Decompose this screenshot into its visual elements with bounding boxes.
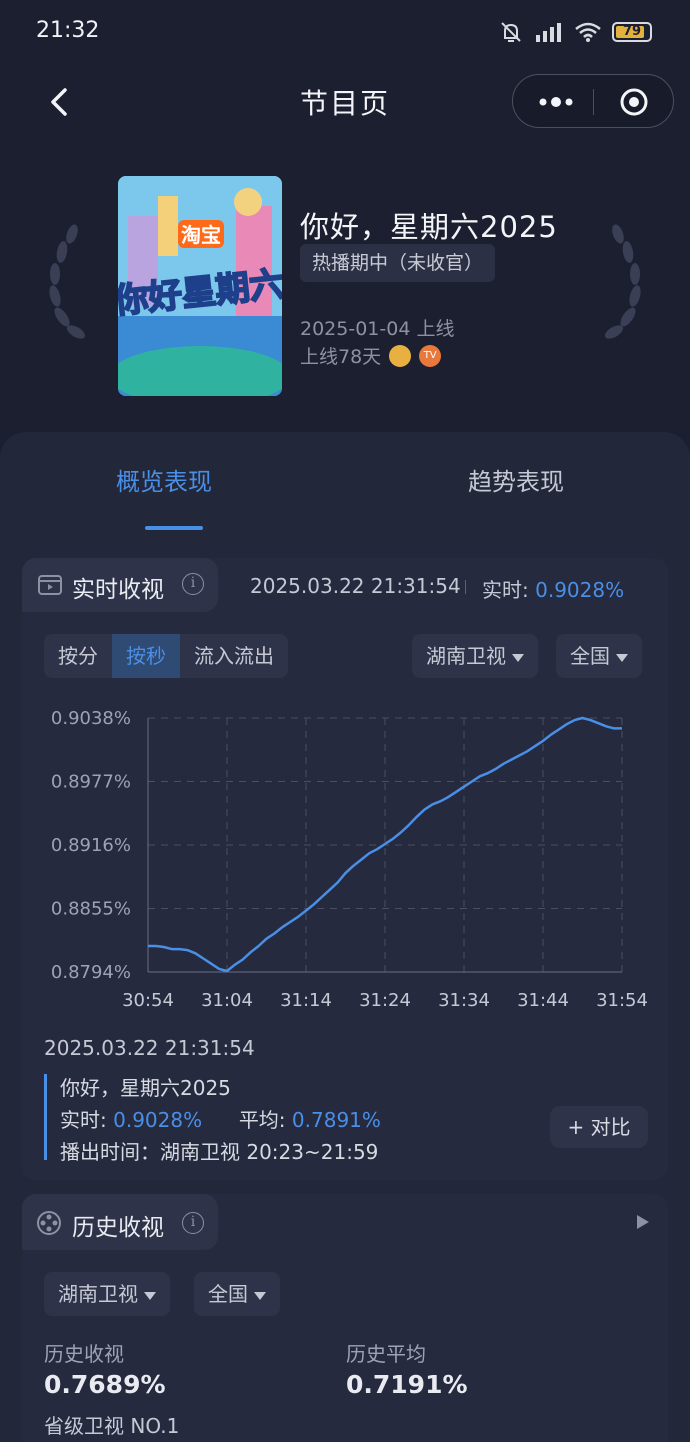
history-region-dropdown[interactable]: 全国 — [194, 1272, 280, 1316]
poster-brand-text: 淘宝 — [181, 223, 221, 247]
realtime-title: 实时收视 — [72, 577, 164, 603]
x-tick-label: 31:24 — [359, 990, 411, 1011]
region-dropdown-label: 全国 — [570, 644, 610, 668]
days-online-row: 上线78天 TV — [300, 342, 442, 369]
caret-down-icon — [144, 1291, 156, 1300]
nav-bar: 节目页 — [0, 62, 690, 142]
realtime-separator — [465, 580, 466, 594]
more-icon[interactable] — [535, 89, 577, 115]
video-icon — [38, 575, 62, 595]
channel-dropdown-label: 湖南卫视 — [426, 644, 506, 668]
channel-dropdown[interactable]: 湖南卫视 — [412, 634, 538, 678]
show-poster[interactable]: 淘宝 你好星期六 — [118, 176, 282, 396]
info-icon[interactable]: i — [182, 573, 204, 595]
realtime-chart-svg: 0.9038% 0.8977% 0.8916% 0.8855% 0.8794% 30:54… — [51, 708, 648, 1011]
wifi-icon — [575, 22, 601, 42]
detail-accent-bar — [44, 1074, 47, 1160]
detail-airtime: 播出时间：湖南卫视 20:23~21:59 — [60, 1140, 379, 1164]
history-region-label: 全国 — [208, 1282, 248, 1306]
tab-indicator — [145, 526, 203, 530]
show-title: 你好，星期六2025 — [300, 210, 558, 244]
history-rank: 省级卫视 NO.1 — [44, 1414, 180, 1438]
y-tick-label: 0.9038% — [51, 708, 131, 729]
x-tick-label: 31:04 — [201, 990, 253, 1011]
history-average-label: 历史平均 — [346, 1342, 426, 1366]
y-tick-label: 0.8977% — [51, 772, 131, 793]
detail-timestamp: 2025.03.22 21:31:54 — [44, 1036, 255, 1060]
detail-live-value: 0.9028% — [113, 1108, 203, 1132]
status-icons: 79 — [498, 20, 652, 44]
caret-down-icon — [512, 653, 524, 662]
granularity-segmented-control: 按分 按秒 流入流出 — [44, 634, 288, 678]
status-bar: 21:32 79 — [0, 0, 690, 62]
history-channel-label: 湖南卫视 — [58, 1282, 138, 1306]
mini-program-capsule — [512, 74, 674, 128]
caret-down-icon — [254, 1291, 266, 1300]
days-online: 上线78天 — [300, 346, 382, 368]
laurel-left-icon — [49, 224, 86, 339]
broadcast-status-badge: 热播期中（未收官） — [300, 244, 496, 282]
close-miniprogram-icon[interactable] — [619, 87, 649, 117]
detail-stats: 实时: 0.9028% 平均: 0.7891% — [60, 1104, 381, 1133]
x-tick-label: 31:14 — [280, 990, 332, 1011]
info-icon[interactable]: i — [182, 1212, 204, 1234]
y-tick-label: 0.8855% — [51, 899, 131, 920]
x-tick-label: 31:44 — [517, 990, 569, 1011]
live-value: 0.9028% — [535, 578, 625, 602]
detail-live-label: 实时: — [60, 1108, 114, 1132]
x-tick-label: 31:54 — [596, 990, 648, 1011]
segment-flow[interactable]: 流入流出 — [180, 634, 288, 678]
x-tick-label: 30:54 — [122, 990, 174, 1011]
history-rating-value: 0.7689% — [44, 1370, 166, 1399]
battery-level: 79 — [622, 24, 642, 39]
signal-icon — [536, 23, 561, 42]
tv-icon: TV — [419, 344, 442, 367]
caret-down-icon — [616, 653, 628, 662]
x-tick-label: 31:34 — [438, 990, 490, 1011]
capsule-divider — [593, 89, 594, 115]
detail-avg-label: 平均: — [238, 1108, 292, 1132]
history-title: 历史收视 — [72, 1215, 164, 1241]
tab-trend[interactable]: 趋势表现 — [468, 462, 564, 497]
realtime-timestamp: 2025.03.22 21:31:54 — [250, 574, 461, 598]
region-dropdown[interactable]: 全国 — [556, 634, 642, 678]
mute-bell-icon — [501, 22, 521, 42]
detail-show-name: 你好，星期六2025 — [60, 1076, 231, 1100]
y-tick-label: 0.8794% — [51, 962, 131, 983]
laurel-right-icon — [604, 224, 641, 339]
poster-art: 淘宝 你好星期六 — [118, 176, 282, 396]
compare-button[interactable]: + 对比 — [550, 1106, 648, 1148]
realtime-live-rating: 实时: 0.9028% — [482, 574, 624, 603]
status-time: 21:32 — [36, 18, 100, 43]
history-rating-label: 历史收视 — [44, 1342, 124, 1366]
segment-by-minute[interactable]: 按分 — [44, 634, 112, 678]
release-date: 2025-01-04 上线 — [300, 318, 455, 340]
tab-overview[interactable]: 概览表现 — [116, 462, 212, 497]
film-reel-icon — [37, 1211, 61, 1235]
live-label: 实时: — [482, 578, 536, 602]
mango-icon — [389, 344, 412, 367]
realtime-chart[interactable]: 0.9038% 0.8977% 0.8916% 0.8855% 0.8794% 30:54… — [0, 700, 690, 1020]
history-average-value: 0.7191% — [346, 1370, 468, 1399]
segment-by-second[interactable]: 按秒 — [112, 634, 180, 678]
detail-avg-value: 0.7891% — [291, 1108, 381, 1132]
history-channel-dropdown[interactable]: 湖南卫视 — [44, 1272, 170, 1316]
y-tick-label: 0.8916% — [51, 835, 131, 856]
play-icon[interactable] — [636, 1214, 650, 1230]
battery-icon: 79 — [612, 22, 652, 42]
